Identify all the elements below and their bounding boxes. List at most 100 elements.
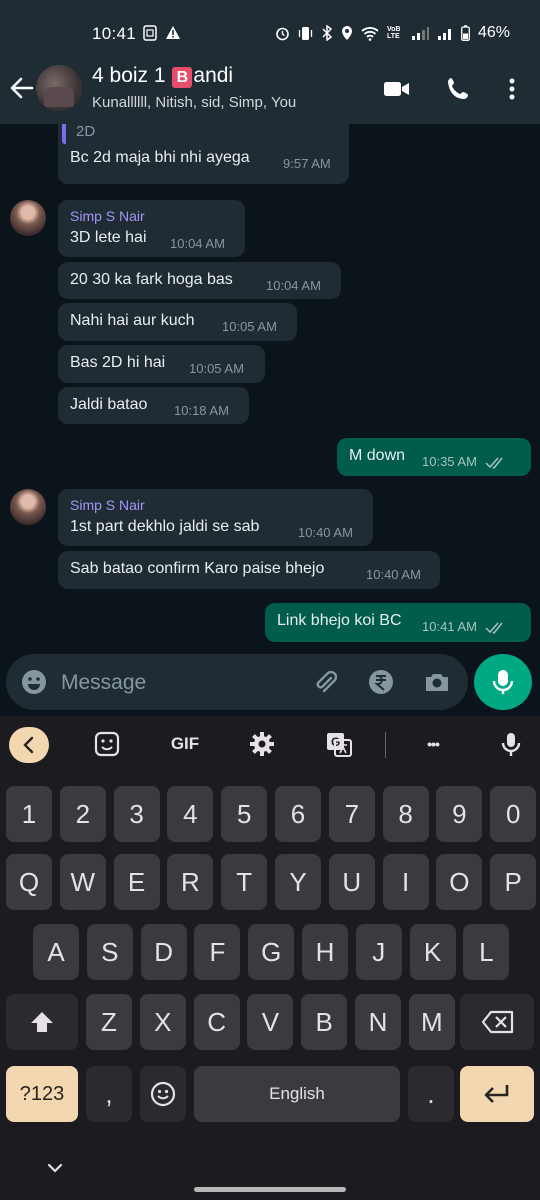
group-avatar[interactable] [36,65,82,111]
period-key[interactable]: . [408,1066,454,1122]
key-g[interactable]: G [248,924,295,980]
key-r[interactable]: R [167,854,214,910]
message-bubble[interactable]: Bas 2D hi hai 10:05 AM [58,345,265,383]
space-key[interactable]: English [194,1066,400,1122]
more-options-icon[interactable] [497,74,527,104]
key-2[interactable]: 2 [59,786,106,842]
message-text: 3D lete hai [70,229,147,246]
message-bubble-outgoing[interactable]: M down 10:35 AM [337,438,531,476]
wifi-icon [361,26,379,41]
voice-record-button[interactable] [474,654,532,710]
gesture-nav-handle[interactable] [194,1187,346,1192]
battery-icon [461,25,470,41]
group-members[interactable]: Kunallllll, Nitish, sid, Simp, You [92,94,296,111]
sender-name[interactable]: Simp S Nair [70,497,145,513]
key-z[interactable]: Z [86,994,132,1050]
backspace-key[interactable] [460,994,534,1050]
key-u[interactable]: U [328,854,375,910]
key-e[interactable]: E [113,854,160,910]
sender-name[interactable]: Simp S Nair [70,208,145,224]
key-b[interactable]: B [301,994,348,1050]
back-arrow-icon[interactable] [8,74,36,102]
voice-call-icon[interactable] [444,74,474,104]
sticker-icon[interactable] [93,730,121,758]
key-w[interactable]: W [59,854,106,910]
camera-icon[interactable] [423,668,451,696]
key-4[interactable]: 4 [167,786,214,842]
key-x[interactable]: X [139,994,186,1050]
hide-keyboard-icon[interactable] [46,1162,64,1174]
collapse-toolbar-button[interactable] [9,727,49,763]
gif-button[interactable]: GIF [168,730,202,758]
message-time: 10:40 AM [298,525,353,540]
status-bar: 10:41 VoB LTE 46% [0,0,540,62]
key-f[interactable]: F [194,924,241,980]
key-s[interactable]: S [86,924,133,980]
shift-key[interactable] [6,994,78,1050]
shift-icon [31,1012,53,1032]
message-bubble[interactable]: Nahi hai aur kuch 10:05 AM [58,303,297,341]
emoji-icon[interactable] [20,668,48,696]
message-text: Bc 2d maja bhi nhi ayega [70,149,250,166]
emoji-icon [150,1081,176,1107]
sender-avatar[interactable] [10,489,46,525]
key-9[interactable]: 9 [436,786,483,842]
key-v[interactable]: V [247,994,294,1050]
video-call-icon[interactable] [382,74,412,104]
warning-icon [166,26,180,39]
symbols-key[interactable]: ?123 [6,1066,78,1122]
key-8[interactable]: 8 [382,786,429,842]
key-7[interactable]: 7 [328,786,375,842]
key-a[interactable]: A [33,924,79,980]
title-badge: B [172,67,193,88]
key-0[interactable]: 0 [490,786,537,842]
translate-icon[interactable]: G [325,730,353,758]
more-tools-icon[interactable]: ••• [418,730,448,758]
attach-icon[interactable] [311,668,339,696]
message-bubble[interactable]: Simp S Nair 3D lete hai 10:04 AM [58,200,245,257]
key-n[interactable]: N [355,994,401,1050]
key-d[interactable]: D [140,924,187,980]
message-bubble-outgoing[interactable]: Link bhejo koi BC 10:41 AM [265,603,531,642]
key-p[interactable]: P [490,854,537,910]
read-ticks-icon [485,622,503,634]
settings-icon[interactable] [248,730,276,758]
message-composer[interactable]: Message [6,654,468,710]
message-input[interactable]: Message [61,671,146,695]
message-bubble[interactable]: Sab batao confirm Karo paise bhejo 10:40… [58,551,440,589]
message-bubble[interactable]: 2D Bc 2d maja bhi nhi ayega 9:57 AM [58,124,349,184]
key-k[interactable]: K [409,924,456,980]
key-i[interactable]: I [382,854,429,910]
message-bubble[interactable]: 20 30 ka fark hoga bas 10:04 AM [58,262,341,299]
voice-input-icon[interactable] [497,730,525,758]
key-h[interactable]: H [302,924,348,980]
key-j[interactable]: J [355,924,402,980]
key-5[interactable]: 5 [221,786,268,842]
notification-icon [143,25,157,41]
message-time: 10:41 AM [422,619,477,634]
key-l[interactable]: L [463,924,510,980]
emoji-key[interactable] [140,1066,186,1122]
key-t[interactable]: T [221,854,268,910]
mic-icon [492,670,514,694]
payment-icon[interactable] [367,668,395,696]
key-o[interactable]: O [436,854,483,910]
key-q[interactable]: Q [6,854,52,910]
group-title[interactable]: 4 boiz 1 Bandi [92,64,233,88]
key-3[interactable]: 3 [113,786,160,842]
message-time: 10:04 AM [170,236,225,251]
enter-key[interactable] [460,1066,534,1122]
message-bubble[interactable]: Jaldi batao 10:18 AM [58,387,249,424]
key-c[interactable]: C [193,994,240,1050]
key-m[interactable]: M [408,994,455,1050]
key-y[interactable]: Y [275,854,321,910]
key-6[interactable]: 6 [275,786,321,842]
sender-avatar[interactable] [10,200,46,236]
message-bubble[interactable]: Simp S Nair 1st part dekhlo jaldi se sab… [58,489,373,546]
battery-percent: 46% [477,24,510,41]
message-time: 9:57 AM [283,156,331,171]
comma-key[interactable]: , [86,1066,132,1122]
message-time: 10:05 AM [222,319,277,334]
message-list[interactable]: 2D Bc 2d maja bhi nhi ayega 9:57 AM Simp… [0,124,540,654]
key-1[interactable]: 1 [6,786,52,842]
